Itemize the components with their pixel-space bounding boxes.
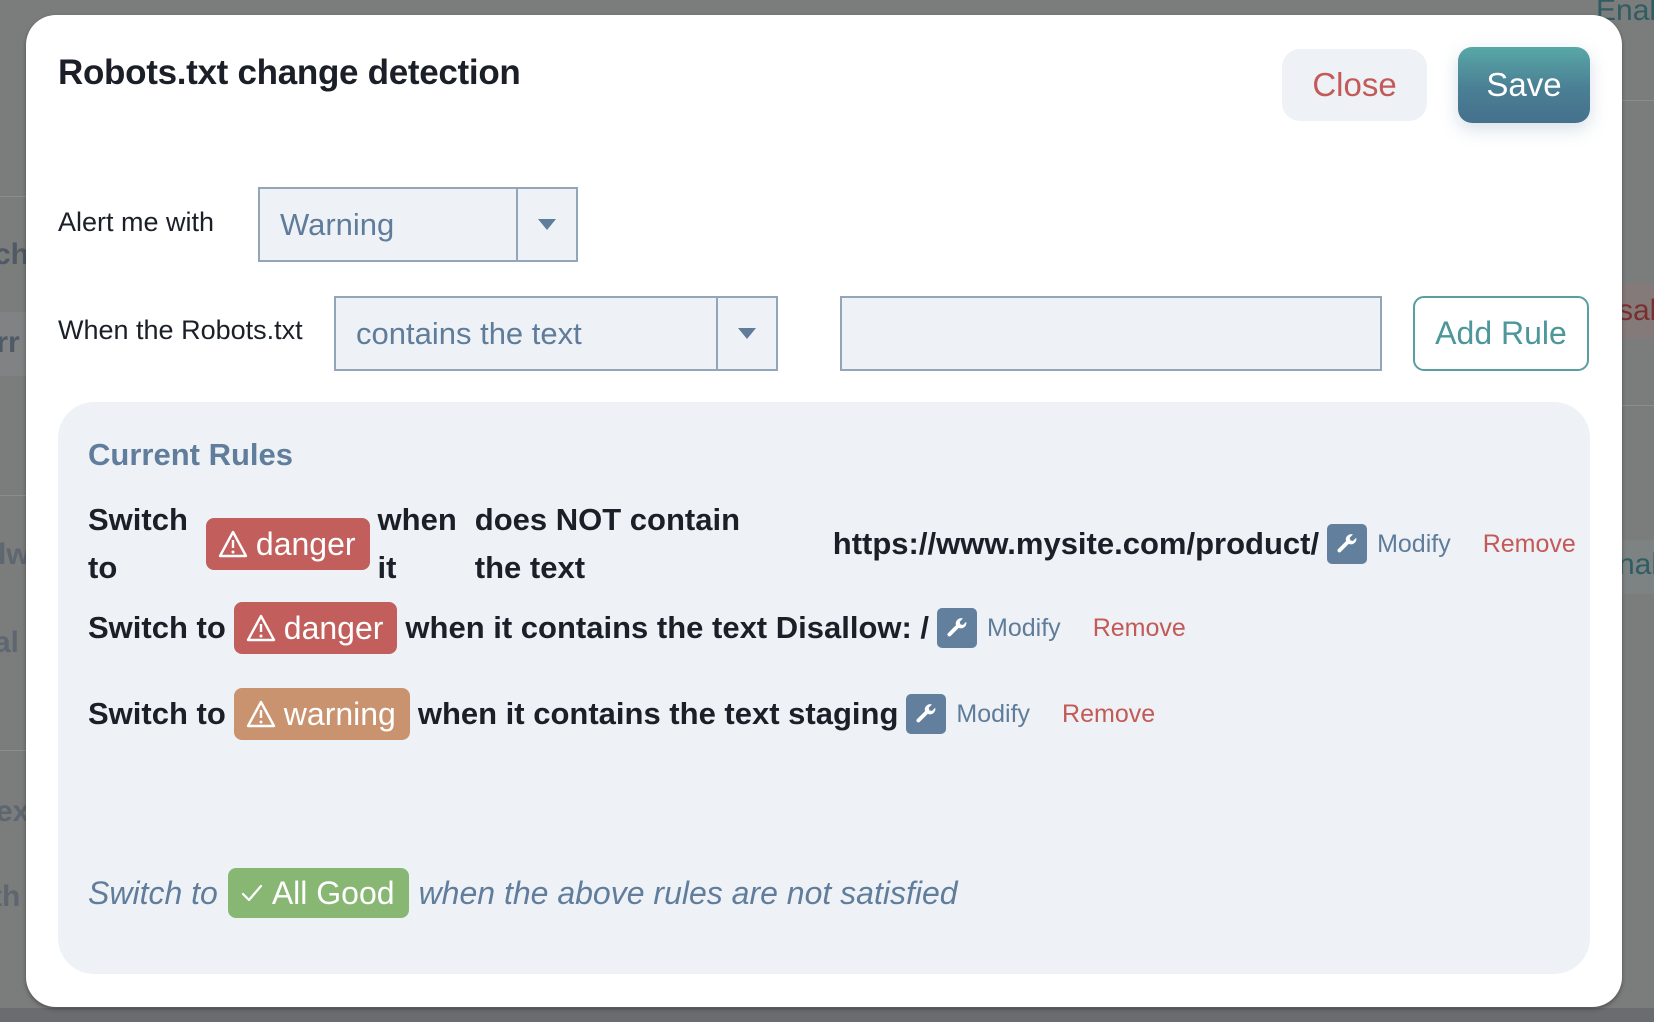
rule-condition-line: does NOT contain bbox=[474, 502, 741, 537]
rule-when-line: it bbox=[377, 550, 397, 585]
close-button[interactable]: Close bbox=[1282, 49, 1427, 121]
rule-value: https://www.mysite.com/product/ bbox=[832, 526, 1320, 561]
bg-text: al bbox=[0, 626, 20, 659]
bg-text: nab bbox=[1618, 548, 1654, 581]
modify-link[interactable]: Modify bbox=[1377, 530, 1451, 559]
rule-when-line: when bbox=[377, 502, 457, 537]
alert-level-value: Warning bbox=[280, 206, 395, 242]
wrench-icon[interactable] bbox=[906, 694, 947, 734]
badge-label: danger bbox=[283, 609, 384, 646]
rule-description: when it contains the text Disallow: / bbox=[405, 610, 930, 645]
rule-description: when it contains the text staging bbox=[417, 696, 899, 731]
condition-select[interactable]: contains the text bbox=[334, 296, 778, 371]
chevron-down-icon bbox=[738, 328, 756, 339]
warning-triangle-icon bbox=[246, 700, 276, 728]
bg-text: th bbox=[0, 880, 21, 913]
rule-item: Switch to danger when it contains the te… bbox=[88, 602, 1186, 654]
chevron-down-icon bbox=[538, 219, 556, 230]
status-badge-warning: warning bbox=[233, 688, 410, 740]
alert-label: Alert me with bbox=[58, 207, 215, 237]
condition-value: contains the text bbox=[356, 315, 582, 351]
alert-level-select[interactable]: Warning bbox=[258, 187, 578, 262]
dropdown-toggle[interactable] bbox=[516, 189, 576, 260]
wrench-icon[interactable] bbox=[937, 608, 978, 648]
rule-item: Switch to danger when it does NOT contai… bbox=[88, 496, 1576, 592]
save-button[interactable]: Save bbox=[1458, 47, 1590, 123]
rule-prefix-line: Switch bbox=[88, 502, 188, 537]
status-badge-danger: danger bbox=[233, 602, 398, 654]
current-rules-title: Current Rules bbox=[88, 437, 293, 472]
warning-triangle-icon bbox=[218, 530, 248, 558]
rule-prefix-line: to bbox=[88, 550, 118, 585]
dropdown-toggle[interactable] bbox=[716, 298, 776, 369]
rule-when: when it bbox=[378, 496, 457, 592]
rule-prefix: Switch to bbox=[88, 610, 226, 645]
remove-link[interactable]: Remove bbox=[1062, 700, 1155, 729]
bg-divider bbox=[1622, 100, 1654, 101]
status-badge-danger: danger bbox=[205, 518, 370, 570]
bg-text: ch bbox=[0, 238, 30, 271]
bg-text: urr bbox=[0, 326, 20, 359]
badge-label: warning bbox=[283, 695, 396, 732]
condition-label: When the Robots.txt bbox=[58, 315, 303, 345]
remove-link[interactable]: Remove bbox=[1483, 530, 1576, 559]
bg-text: ex bbox=[0, 795, 30, 828]
badge-label: All Good bbox=[271, 874, 395, 911]
robots-change-detection-modal: Robots.txt change detection Close Save A… bbox=[26, 15, 1622, 1007]
check-icon bbox=[240, 882, 264, 904]
rule-prefix: Switch to bbox=[88, 696, 226, 731]
default-rule-prefix: Switch to bbox=[88, 874, 218, 911]
modify-link[interactable]: Modify bbox=[987, 614, 1061, 643]
rule-condition: does NOT contain the text bbox=[475, 496, 799, 592]
default-rule: Switch to All Good when the above rules … bbox=[88, 868, 958, 918]
current-rules-panel: Current Rules Switch to danger when it d… bbox=[58, 402, 1590, 974]
modify-link[interactable]: Modify bbox=[956, 700, 1030, 729]
bg-divider bbox=[1622, 405, 1654, 406]
modal-title: Robots.txt change detection bbox=[58, 53, 521, 92]
wrench-icon[interactable] bbox=[1327, 524, 1368, 564]
rule-prefix: Switch to bbox=[88, 496, 188, 592]
badge-label: danger bbox=[255, 525, 356, 562]
remove-link[interactable]: Remove bbox=[1093, 614, 1186, 643]
status-badge-all-good: All Good bbox=[227, 868, 409, 918]
bg-footer-bar bbox=[0, 1008, 1654, 1022]
rule-text-input[interactable] bbox=[840, 296, 1382, 371]
warning-triangle-icon bbox=[246, 614, 276, 642]
rule-condition-line: the text bbox=[474, 550, 586, 585]
rule-item: Switch to warning when it contains the t… bbox=[88, 688, 1155, 740]
bg-text: sal bbox=[1618, 294, 1654, 327]
add-rule-button[interactable]: Add Rule bbox=[1413, 296, 1589, 371]
default-rule-suffix: when the above rules are not satisfied bbox=[418, 874, 958, 911]
